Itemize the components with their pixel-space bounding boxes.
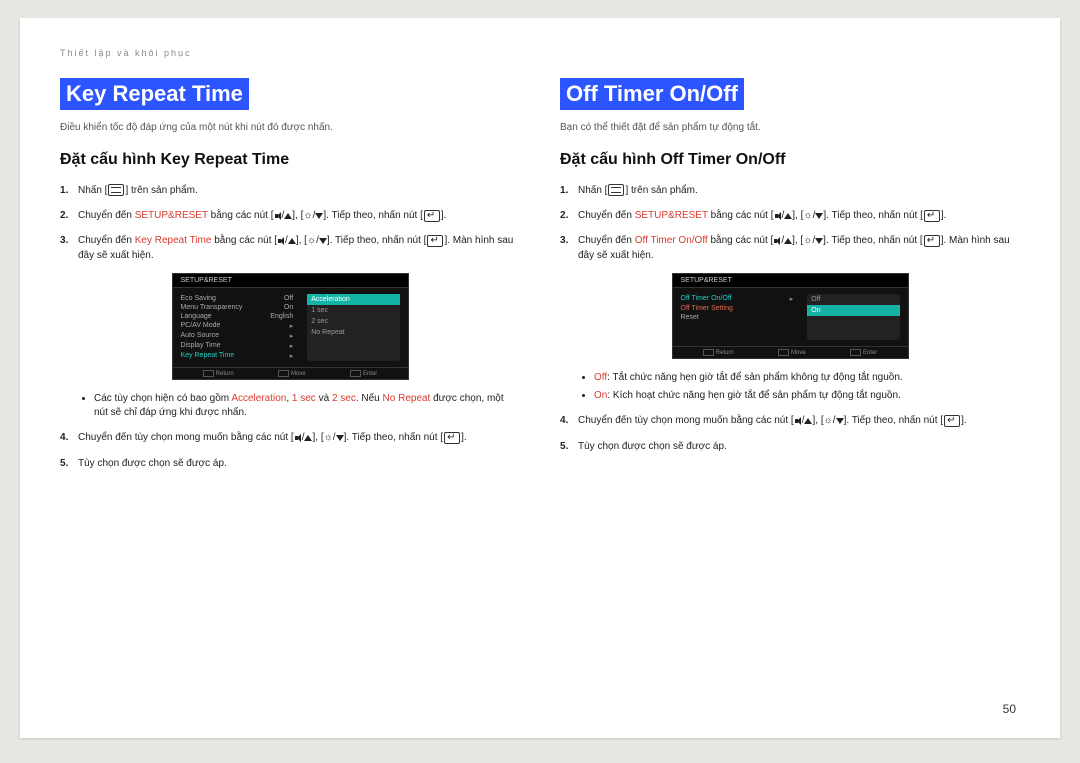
step-3: Chuyển đến Off Timer On/Off bằng các nút… — [560, 233, 1020, 263]
down-icon — [836, 418, 844, 424]
step-1: Nhấn [] trên sản phẩm. — [560, 183, 1020, 198]
osd-header: SETUP&RESET — [173, 274, 408, 288]
section-title-right: Off Timer On/Off — [560, 78, 744, 110]
volume-icon — [277, 236, 287, 246]
enter-icon — [444, 432, 460, 444]
step-4: Chuyển đến tùy chọn mong muốn bằng các n… — [60, 430, 520, 445]
intro-right: Bạn có thể thiết đặt để sản phẩm tự động… — [560, 122, 1020, 133]
intro-left: Điều khiển tốc độ đáp ứng của một nút kh… — [60, 122, 520, 133]
step-5: Tùy chọn được chọn sẽ được áp. — [60, 456, 520, 471]
enter-icon — [944, 415, 960, 427]
menu-icon — [108, 184, 124, 196]
enter-icon — [924, 235, 940, 247]
bullet-on: On: Kích hoạt chức năng hẹn giờ tắt để s… — [594, 389, 1020, 403]
menu-icon — [608, 184, 624, 196]
enter-icon — [424, 210, 440, 222]
step-5: Tùy chọn được chọn sẽ được áp. — [560, 439, 1020, 454]
enter-icon — [924, 210, 940, 222]
note-options: Các tùy chọn hiện có bao gồm Acceleratio… — [94, 392, 520, 420]
bullet-off: Off: Tắt chức năng hẹn giờ tắt để sản ph… — [594, 371, 1020, 385]
step-2: Chuyển đến SETUP&RESET bằng các nút [/],… — [560, 208, 1020, 223]
volume-icon — [773, 236, 783, 246]
subtitle-right: Đặt cấu hình Off Timer On/Off — [560, 151, 1020, 169]
section-title-left: Key Repeat Time — [60, 78, 249, 110]
volume-icon — [774, 211, 784, 221]
volume-icon — [794, 416, 804, 426]
column-off-timer: Off Timer On/Off Bạn có thể thiết đặt để… — [560, 78, 1020, 481]
breadcrumb: Thiết lập và khôi phục — [60, 48, 1020, 58]
down-icon — [336, 435, 344, 441]
brightness-icon: ☼ — [303, 208, 312, 223]
column-key-repeat: Key Repeat Time Điều khiển tốc độ đáp ứn… — [60, 78, 520, 481]
step-4: Chuyển đến tùy chọn mong muốn bằng các n… — [560, 413, 1020, 428]
brightness-icon: ☼ — [307, 233, 316, 248]
up-icon — [784, 238, 792, 244]
osd-key-repeat: SETUP&RESET Eco SavingOff Menu Transpare… — [172, 273, 409, 380]
down-icon — [319, 238, 327, 244]
step-2: Chuyển đến SETUP&RESET bằng các nút [/],… — [60, 208, 520, 223]
down-icon — [815, 238, 823, 244]
osd-off-timer: SETUP&RESET Off Timer On/Off Off Timer S… — [672, 273, 909, 359]
step-1: Nhấn [] trên sản phẩm. — [60, 183, 520, 198]
volume-icon — [274, 211, 284, 221]
brightness-icon: ☼ — [824, 413, 833, 428]
brightness-icon: ☼ — [324, 430, 333, 445]
page-number: 50 — [1003, 702, 1016, 716]
subtitle-left: Đặt cấu hình Key Repeat Time — [60, 151, 520, 169]
osd-header: SETUP&RESET — [673, 274, 908, 288]
brightness-icon: ☼ — [803, 208, 812, 223]
enter-icon — [427, 235, 443, 247]
step-3: Chuyển đến Key Repeat Time bằng các nút … — [60, 233, 520, 263]
volume-icon — [294, 433, 304, 443]
brightness-icon: ☼ — [803, 233, 812, 248]
manual-page: Thiết lập và khôi phục Key Repeat Time Đ… — [20, 18, 1060, 738]
up-icon — [288, 238, 296, 244]
